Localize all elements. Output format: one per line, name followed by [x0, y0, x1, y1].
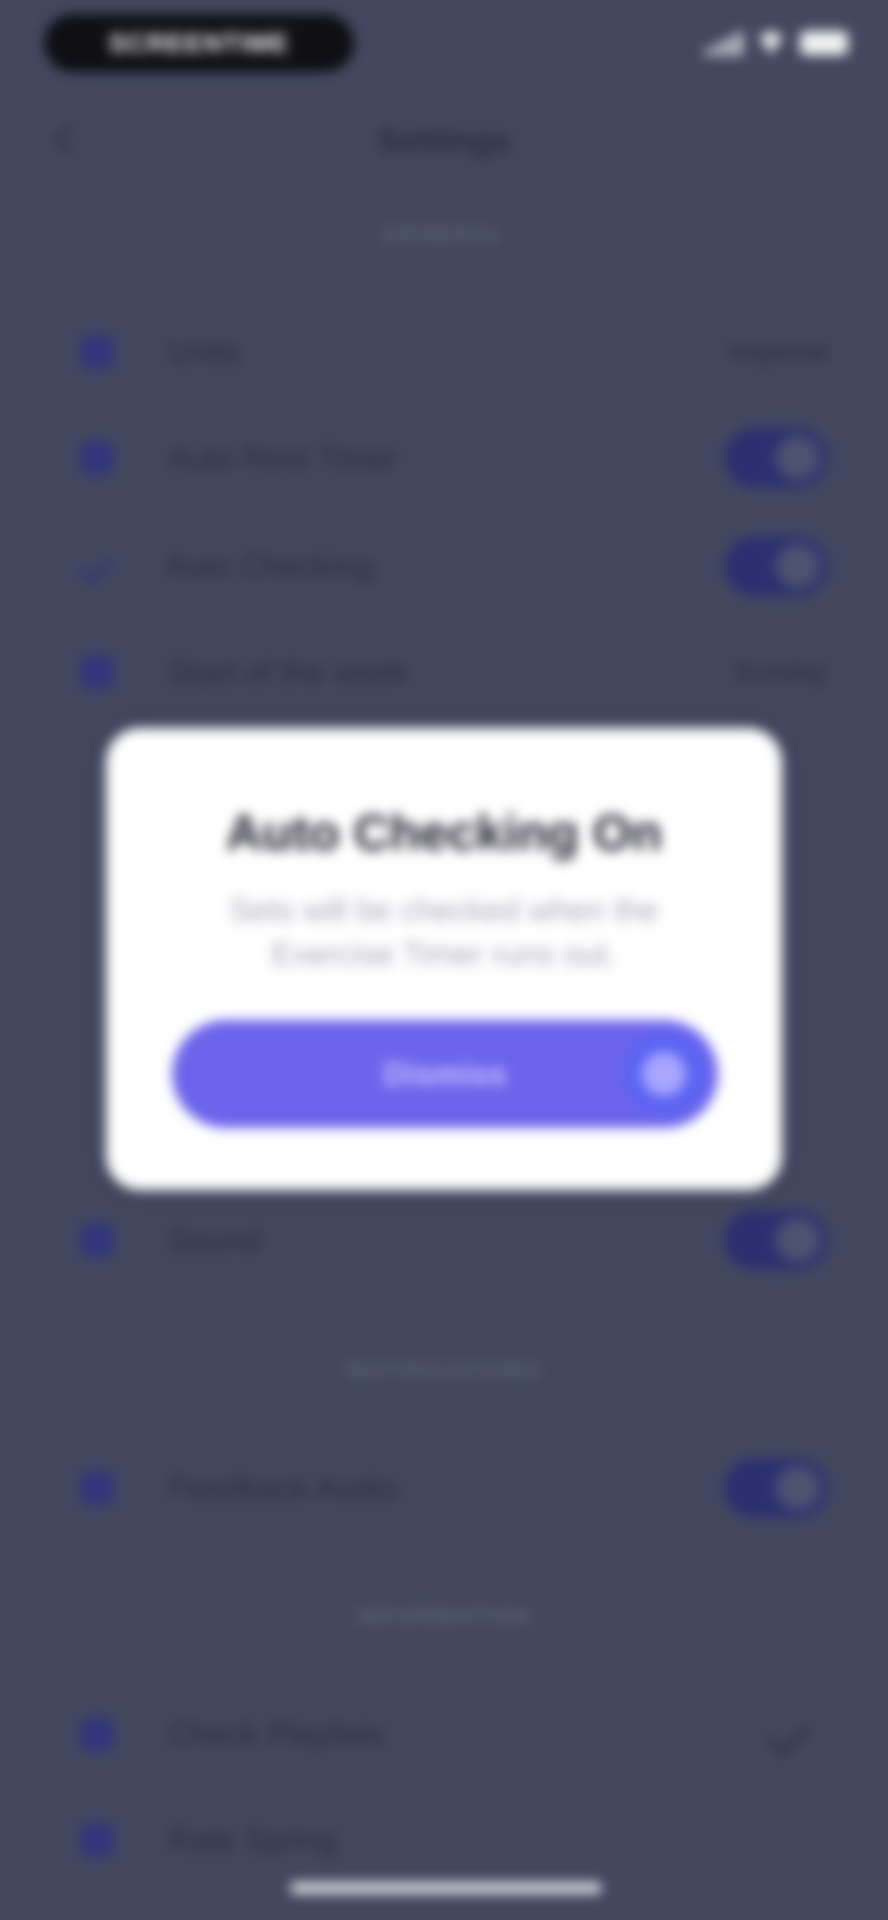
dismiss-button-label: Dismiss — [383, 1055, 507, 1092]
row-label: Start of the week — [168, 653, 409, 690]
section-label-notifications: NOTIFICATIONS — [346, 1358, 542, 1383]
row-label: Auto Rest Timer — [168, 439, 398, 476]
row-label: Units — [168, 333, 241, 370]
settings-row-start-of-week[interactable]: Start of the week Sunday — [80, 632, 828, 712]
star-icon — [80, 1823, 114, 1857]
checkmark-icon — [77, 548, 114, 584]
status-pill-text: SCREENTIME — [108, 27, 290, 58]
section-label-general: GENERAL — [383, 222, 505, 247]
settings-row-check-playlists[interactable]: Check Playlists — [80, 1694, 828, 1774]
row-label: Rate Spring — [168, 1821, 337, 1858]
background-settings-screen: SCREENTIME Settings GENERAL Units Imperi… — [0, 0, 888, 1920]
auto-rest-timer-toggle[interactable] — [724, 428, 828, 488]
row-label: Check Playlists — [168, 1715, 385, 1752]
status-icons — [706, 30, 848, 56]
calendar-icon — [80, 655, 114, 689]
auto-checking-toggle[interactable] — [724, 536, 828, 596]
audio-icon — [80, 1471, 114, 1505]
settings-row-auto-checking: Auto Checking — [77, 526, 828, 606]
feedback-audio-toggle[interactable] — [724, 1458, 828, 1518]
dialog-message: Sets will be checked when the Exercise T… — [229, 892, 659, 972]
auto-checking-dialog: Auto Checking On Sets will be checked wh… — [106, 728, 782, 1190]
sound-icon — [80, 1223, 114, 1257]
settings-row-units[interactable]: Units Imperial — [80, 312, 828, 392]
timer-icon — [80, 441, 114, 475]
units-icon — [80, 335, 114, 369]
row-value: Sunday — [733, 656, 828, 687]
wifi-icon — [756, 32, 786, 54]
home-indicator — [290, 1882, 602, 1894]
battery-icon — [800, 31, 848, 55]
row-value: Imperial — [728, 336, 828, 367]
screen: SCREENTIME Settings GENERAL Units Imperi… — [0, 0, 888, 1920]
settings-row-feedback-audio: Feedback Audio — [80, 1448, 828, 1528]
signal-icon — [706, 30, 742, 56]
slider-knob-icon[interactable] — [622, 1032, 706, 1116]
section-label-information: INFORMATION — [356, 1604, 532, 1629]
dismiss-button[interactable]: Dismiss — [172, 1020, 718, 1128]
settings-row-sound: Sound — [80, 1200, 828, 1280]
row-label: Feedback Audio — [168, 1469, 398, 1506]
checkmark-icon — [766, 1712, 811, 1756]
status-pill: SCREENTIME — [44, 14, 354, 72]
row-label: Sound — [168, 1221, 261, 1258]
settings-row-rate-spring[interactable]: Rate Spring — [80, 1800, 828, 1880]
dialog-title: Auto Checking On — [225, 805, 663, 861]
row-label: Auto Checking — [165, 547, 374, 584]
page-title: Settings — [376, 122, 512, 160]
sound-toggle[interactable] — [724, 1210, 828, 1270]
settings-row-auto-rest-timer: Auto Rest Timer — [80, 418, 828, 498]
playlist-icon — [80, 1717, 114, 1751]
